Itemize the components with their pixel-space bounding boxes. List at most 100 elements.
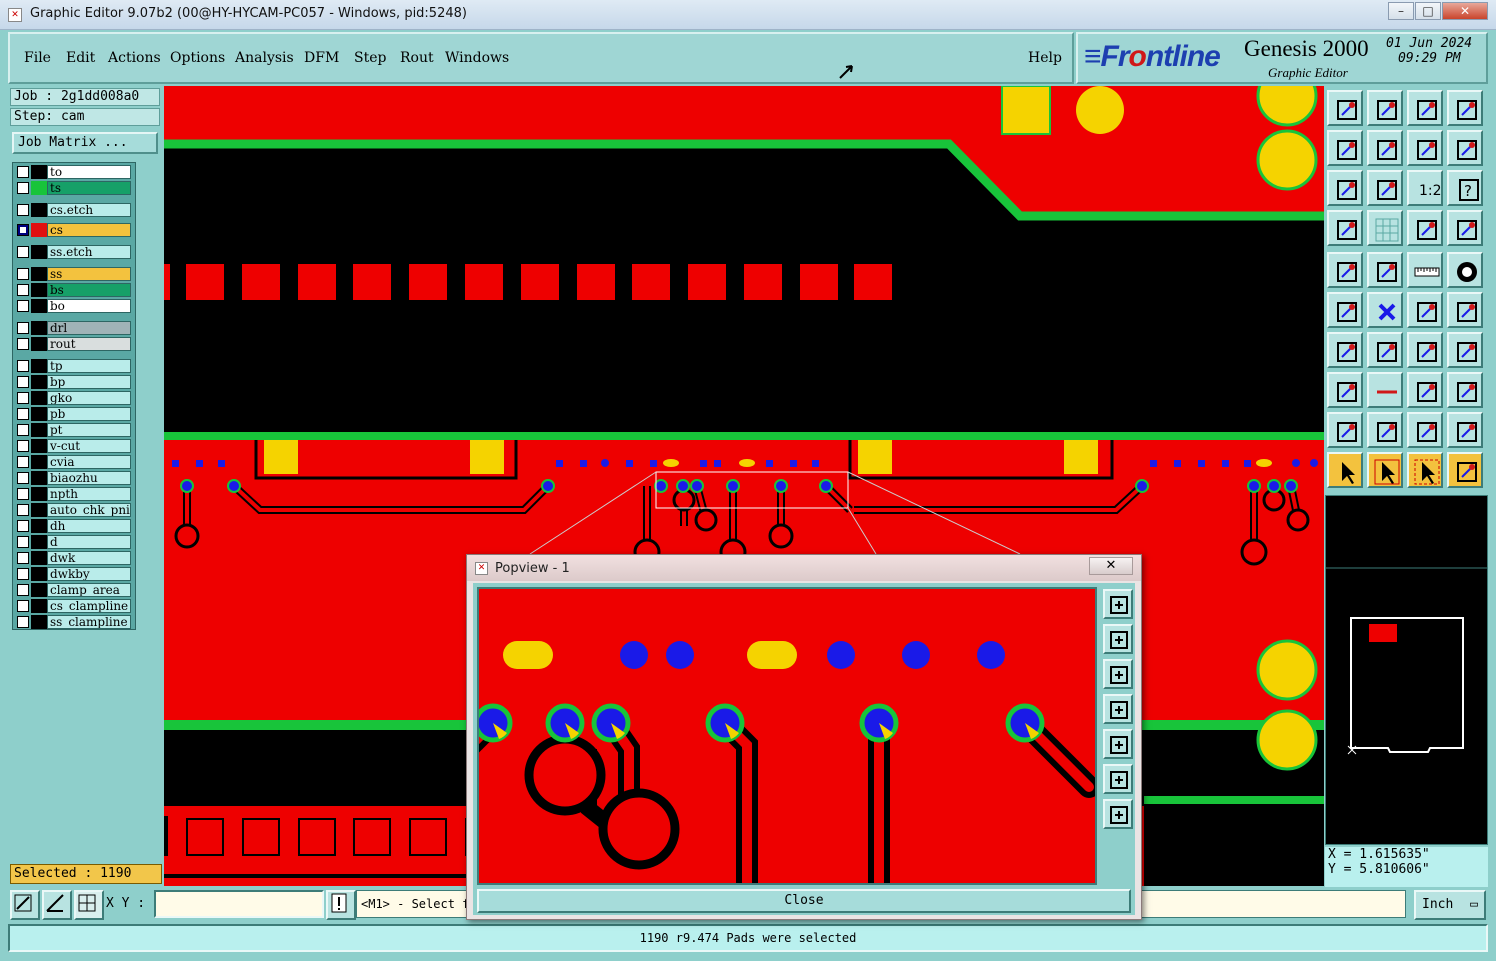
layer-row-ss_clampline[interactable]: ss_clampline [15, 615, 133, 629]
cross-button[interactable] [1367, 292, 1403, 328]
select-net-blue-button[interactable] [1447, 210, 1483, 246]
layer-checkbox[interactable] [17, 472, 29, 484]
layer-name[interactable]: cs [47, 223, 131, 237]
popview-center-button[interactable] [1103, 799, 1133, 829]
pointer-button[interactable] [1327, 452, 1363, 488]
layer-color-marker[interactable] [31, 455, 47, 469]
overview-map[interactable] [1325, 495, 1488, 845]
layer-name[interactable]: ts [47, 181, 131, 195]
layer-checkbox[interactable] [17, 246, 29, 258]
layer-checkbox[interactable] [17, 552, 29, 564]
layer-name[interactable]: tp [47, 359, 131, 373]
layer-name[interactable]: ss [47, 267, 131, 281]
menu-rout[interactable]: Rout [400, 50, 434, 66]
zoom-center-button[interactable] [1367, 170, 1403, 206]
snap-settings-button[interactable] [1327, 210, 1363, 246]
menu-file[interactable]: File [24, 50, 51, 66]
layer-name[interactable]: ss.etch [47, 245, 131, 259]
layer-name[interactable]: drl [47, 321, 131, 335]
layer-checkbox[interactable] [17, 440, 29, 452]
layer-color-marker[interactable] [31, 391, 47, 405]
unit-selector[interactable]: Inch ▭ [1414, 890, 1486, 920]
arc-c-button[interactable] [1407, 412, 1443, 448]
layer-name[interactable]: rout [47, 337, 131, 351]
layer-row-cs_clampline[interactable]: cs_clampline [15, 599, 133, 613]
layer-checkbox[interactable] [17, 300, 29, 312]
fit-screen-button[interactable] [1327, 170, 1363, 206]
layer-row-tp[interactable]: tp [15, 359, 133, 373]
layer-checkbox[interactable] [17, 536, 29, 548]
line-edit-button[interactable] [1367, 332, 1403, 368]
layer-row-dh[interactable]: dh [15, 519, 133, 533]
popview-layer-up-button[interactable] [1103, 624, 1133, 654]
layer-color-marker[interactable] [31, 165, 47, 179]
layer-checkbox[interactable] [17, 166, 29, 178]
menu-help[interactable]: Help [1028, 50, 1062, 66]
layer-frame-button[interactable] [1447, 90, 1483, 126]
layer-checkbox[interactable] [17, 584, 29, 596]
layer-name[interactable]: bo [47, 299, 131, 313]
layer-name[interactable]: gko [47, 391, 131, 405]
layer-row-drl[interactable]: drl [15, 321, 133, 335]
copy-button[interactable] [1447, 372, 1483, 408]
layer-row-ss[interactable]: ss [15, 267, 133, 281]
layer-color-marker[interactable] [31, 267, 47, 281]
popview-close-button[interactable]: Close [477, 889, 1131, 913]
layer-name[interactable]: ss_clampline [47, 615, 131, 629]
angle-button[interactable] [1327, 332, 1363, 368]
layer-checkbox[interactable] [17, 488, 29, 500]
layer-checkbox[interactable] [17, 284, 29, 296]
layer-name[interactable]: auto_chk_pni [47, 503, 131, 517]
arc-d-button[interactable] [1447, 412, 1483, 448]
add-feature-button[interactable] [1327, 372, 1363, 408]
layer-checkbox[interactable] [17, 204, 29, 216]
layer-checkbox[interactable] [17, 224, 29, 236]
help-button[interactable]: ? [1447, 170, 1483, 206]
ruler-button[interactable] [1407, 252, 1443, 288]
layer-checkbox[interactable] [17, 456, 29, 468]
layer-row-npth[interactable]: npth [15, 487, 133, 501]
layer-row-dwk[interactable]: dwk [15, 551, 133, 565]
layer-color-marker[interactable] [31, 471, 47, 485]
grid-button[interactable] [1367, 210, 1403, 246]
layer-row-clamp_area[interactable]: clamp_area [15, 583, 133, 597]
layer-color-marker[interactable] [31, 181, 47, 195]
layer-row-cvia[interactable]: cvia [15, 455, 133, 469]
layer-row-dwkby[interactable]: dwkby [15, 567, 133, 581]
layer-name[interactable]: dwkby [47, 567, 131, 581]
menu-dfm[interactable]: DFM [304, 50, 339, 66]
layer-name[interactable]: cvia [47, 455, 131, 469]
layer-name[interactable]: biaozhu [47, 471, 131, 485]
one-to-one-button[interactable]: 1:2 [1407, 170, 1443, 206]
layer-name[interactable]: dh [47, 519, 131, 533]
layer-row-ts[interactable]: ts [15, 181, 133, 195]
move-segment-button[interactable] [1447, 292, 1483, 328]
layer-color-marker[interactable] [31, 359, 47, 373]
xy-input[interactable] [154, 890, 324, 918]
layer-color-marker[interactable] [31, 439, 47, 453]
home-button[interactable] [1407, 90, 1443, 126]
layer-checkbox[interactable] [17, 268, 29, 280]
layer-name[interactable]: cs_clampline [47, 599, 131, 613]
layer-checkbox[interactable] [17, 520, 29, 532]
layer-checkbox[interactable] [17, 338, 29, 350]
layer-name[interactable]: cs.etch [47, 203, 131, 217]
select-multi-button[interactable] [1447, 452, 1483, 488]
menu-windows[interactable]: Windows [445, 50, 509, 66]
shift-button[interactable] [1447, 130, 1483, 166]
layer-up-button[interactable] [1327, 90, 1363, 126]
layer-name[interactable]: v-cut [47, 439, 131, 453]
layer-color-marker[interactable] [31, 321, 47, 335]
layer-row-bs[interactable]: bs [15, 283, 133, 297]
grid-snap-button[interactable] [74, 890, 104, 920]
maximize-button[interactable]: □ [1415, 2, 1441, 20]
layer-name[interactable]: clamp_area [47, 583, 131, 597]
job-matrix-button[interactable]: Job Matrix ... [12, 132, 158, 154]
layer-name[interactable]: pb [47, 407, 131, 421]
layer-checkbox[interactable] [17, 504, 29, 516]
layer-checkbox[interactable] [17, 600, 29, 612]
layer-color-marker[interactable] [31, 245, 47, 259]
layer-name[interactable]: d [47, 535, 131, 549]
menu-step[interactable]: Step [354, 50, 386, 66]
arc-b-button[interactable] [1367, 412, 1403, 448]
